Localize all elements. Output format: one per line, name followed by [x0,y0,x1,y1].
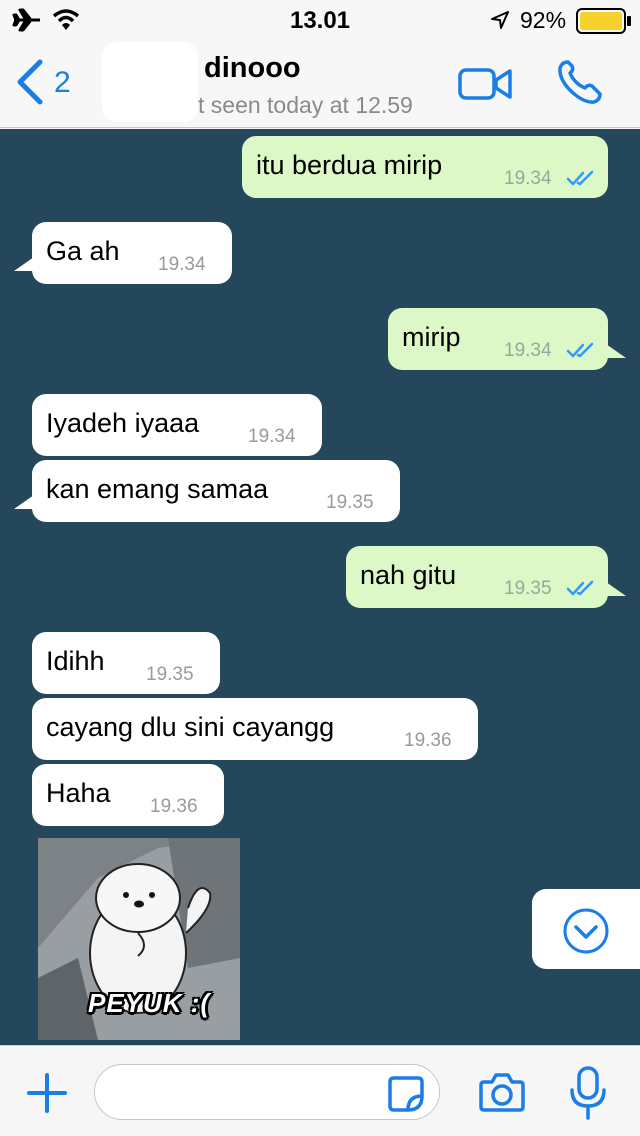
bubble-tail [606,582,626,596]
message-time: 19.34 [504,168,552,189]
battery-percentage: 92% [520,7,567,33]
sticker-caption: PEYUK :( [88,988,211,1018]
message-text: Idihh [46,646,105,676]
message-time: 19.35 [146,664,194,685]
sticker-icon[interactable] [386,1074,426,1114]
chat-header: 2 dinooo t seen today at 12.59 [0,40,640,128]
message-incoming[interactable]: Iyadeh iyaaa 19.34 [32,394,322,456]
message-incoming[interactable]: Ga ah 19.34 [32,222,232,284]
plus-icon[interactable] [26,1072,68,1114]
message-outgoing[interactable]: nah gitu 19.35 [346,546,608,608]
message-list[interactable]: itu berdua mirip 19.34 Ga ah 19.34 mirip… [0,129,640,1045]
microphone-icon[interactable] [568,1066,608,1120]
contact-name[interactable]: dinooo [204,52,301,85]
back-button[interactable]: 2 [14,58,84,108]
message-time: 19.34 [248,426,296,447]
message-incoming[interactable]: Haha 19.36 [32,764,224,826]
battery-icon [576,8,631,34]
contact-avatar[interactable] [102,42,198,122]
message-text: mirip [402,322,461,352]
chevron-down-circle-icon [563,908,609,954]
last-seen-status: t seen today at 12.59 [198,92,413,118]
message-text: cayang dlu sini cayangg [46,712,335,742]
status-bar: 13.01 92% [0,0,640,40]
double-check-icon [566,342,594,358]
unread-count: 2 [54,66,71,99]
phone-icon[interactable] [556,58,604,106]
bubble-tail [606,344,626,358]
camera-icon[interactable] [478,1070,526,1114]
message-text: Iyadeh iyaaa [46,408,200,438]
video-call-icon[interactable] [458,66,512,102]
location-arrow-icon [491,11,509,29]
bubble-tail [14,495,34,509]
message-time: 19.35 [504,578,552,599]
message-text: Haha [46,778,111,808]
message-composer [0,1045,640,1136]
message-time: 19.36 [404,730,452,751]
double-check-icon [566,170,594,186]
message-text: itu berdua mirip [256,150,443,180]
message-outgoing[interactable]: mirip 19.34 [388,308,608,370]
message-time: 19.34 [504,340,552,361]
message-time: 19.34 [158,254,206,275]
message-outgoing[interactable]: itu berdua mirip 19.34 [242,136,608,198]
back-chevron-icon [17,59,43,105]
double-check-icon [566,580,594,596]
message-incoming[interactable]: cayang dlu sini cayangg 19.36 [32,698,478,760]
scroll-to-bottom-button[interactable] [532,889,640,969]
message-incoming[interactable]: kan emang samaa 19.35 [32,460,400,522]
message-time: 19.36 [150,796,198,817]
message-incoming[interactable]: Idihh 19.35 [32,632,220,694]
message-time: 19.35 [326,492,374,513]
bubble-tail [14,257,34,271]
message-text: nah gitu [360,560,457,590]
message-text: Ga ah [46,236,120,266]
sticker-image[interactable]: PEYUK :( [38,838,240,1040]
message-text: kan emang samaa [46,474,269,504]
